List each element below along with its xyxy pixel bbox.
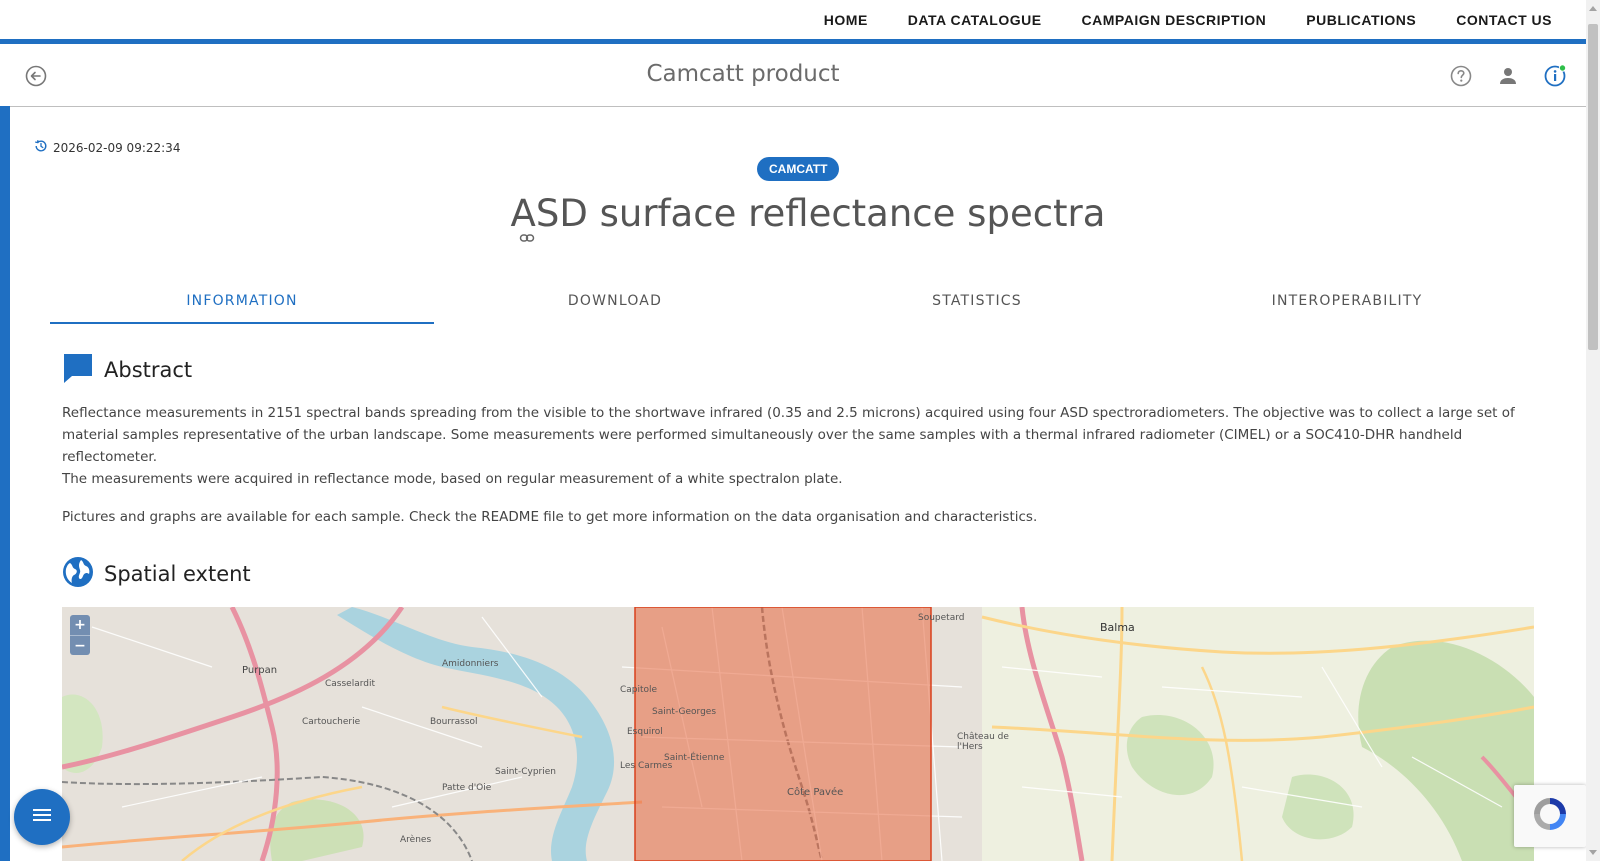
map-label: Arènes (400, 835, 432, 845)
scrollbar-thumb[interactable] (1588, 24, 1598, 350)
map-label: Casselardit (325, 679, 376, 689)
nav-home[interactable]: HOME (824, 12, 868, 28)
nav-contact-us[interactable]: CONTACT US (1456, 12, 1552, 28)
comment-icon (62, 352, 94, 388)
spatial-extent-heading: Spatial extent (62, 556, 251, 592)
page-header: Camcatt product (0, 44, 1586, 107)
abstract-heading-text: Abstract (104, 358, 193, 382)
page-title: Camcatt product (646, 61, 840, 87)
map-label: Purpan (242, 665, 278, 676)
link-icon[interactable] (519, 212, 535, 242)
abstract-paragraph: The measurements were acquired in reflec… (62, 471, 843, 487)
map-label: Soupetard (918, 613, 965, 623)
abstract-body: Reflectance measurements in 2151 spectra… (62, 402, 1542, 528)
nav-publications[interactable]: PUBLICATIONS (1306, 12, 1416, 28)
map-label: Saint-Cyprien (495, 767, 556, 777)
map-label: Bourrassol (430, 717, 478, 727)
map-label: Esquirol (627, 727, 663, 737)
globe-icon (62, 556, 94, 592)
info-icon[interactable] (1543, 64, 1567, 88)
map-label: Cartoucherie (302, 717, 361, 727)
spatial-extent-heading-text: Spatial extent (104, 562, 251, 586)
menu-fab-button[interactable] (14, 789, 70, 845)
top-navigation: HOME DATA CATALOGUE CAMPAIGN DESCRIPTION… (0, 0, 1586, 39)
tab-information[interactable]: INFORMATION (50, 281, 434, 324)
tab-statistics[interactable]: STATISTICS (796, 281, 1158, 324)
user-icon[interactable] (1496, 64, 1520, 88)
scroll-down-arrow-icon[interactable] (1589, 850, 1597, 855)
abstract-heading: Abstract (62, 352, 192, 388)
map-label: Côte Pavée (787, 787, 844, 798)
map-labels: Purpan Casselardit Amidonniers Capitole … (62, 607, 1534, 861)
recaptcha-icon (1530, 794, 1570, 838)
timestamp-text: 2026-02-09 09:22:34 (53, 140, 181, 155)
map-label: Patte d'Oie (442, 783, 492, 793)
abstract-paragraph: Pictures and graphs are available for ea… (62, 509, 1038, 525)
nav-campaign-description[interactable]: CAMPAIGN DESCRIPTION (1082, 12, 1267, 28)
history-icon (34, 139, 48, 156)
menu-icon (32, 807, 52, 827)
product-tabs: INFORMATION DOWNLOAD STATISTICS INTEROPE… (50, 281, 1536, 324)
scroll-up-arrow-icon[interactable] (1589, 6, 1597, 11)
abstract-paragraph: Reflectance measurements in 2151 spectra… (62, 405, 1515, 465)
collection-badge[interactable]: CAMCATT (757, 157, 840, 181)
nav-data-catalogue[interactable]: DATA CATALOGUE (908, 12, 1042, 28)
map-label: Saint-Étienne (664, 753, 725, 763)
spatial-extent-map[interactable]: + − Purpan Casselardit Amidonniers Capit… (62, 607, 1534, 861)
last-update: 2026-02-09 09:22:34 (34, 139, 180, 156)
product-title: ASD surface reflectance spectra (0, 192, 1586, 242)
product-title-text: ASD surface reflectance spectra (510, 192, 1106, 235)
map-label: Les Carmes (620, 761, 673, 771)
help-icon[interactable] (1449, 64, 1473, 88)
recaptcha-badge[interactable] (1514, 785, 1586, 847)
map-label: Balma (1100, 621, 1135, 634)
map-label: Amidonniers (442, 659, 499, 669)
tab-download[interactable]: DOWNLOAD (434, 281, 796, 324)
map-label: Château de l'Hers (957, 732, 1009, 752)
map-label: Saint-Georges (652, 707, 717, 717)
tab-interoperability[interactable]: INTEROPERABILITY (1158, 281, 1536, 324)
nav-links: HOME DATA CATALOGUE CAMPAIGN DESCRIPTION… (824, 12, 1552, 28)
page-scrollbar[interactable] (1586, 0, 1600, 861)
map-label: Capitole (620, 685, 658, 695)
